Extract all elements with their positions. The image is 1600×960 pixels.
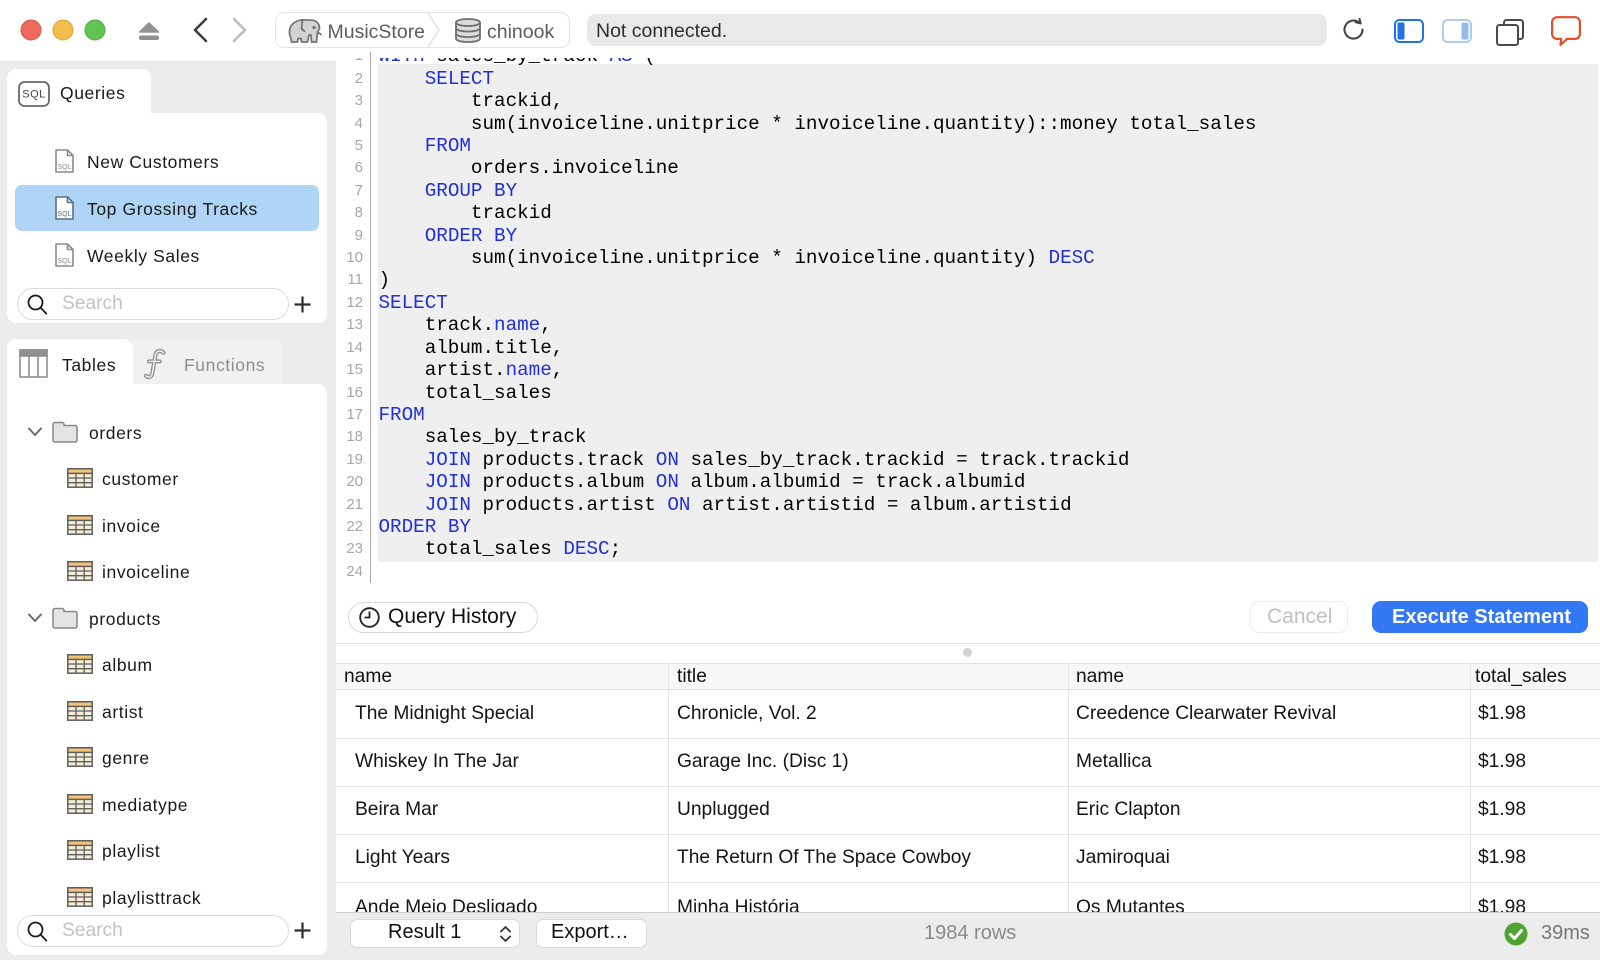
svg-text:SQL: SQL: [22, 89, 46, 101]
svg-text:SQL: SQL: [57, 258, 71, 265]
svg-text:SQL: SQL: [57, 211, 71, 218]
svg-text:SQL: SQL: [57, 164, 71, 171]
